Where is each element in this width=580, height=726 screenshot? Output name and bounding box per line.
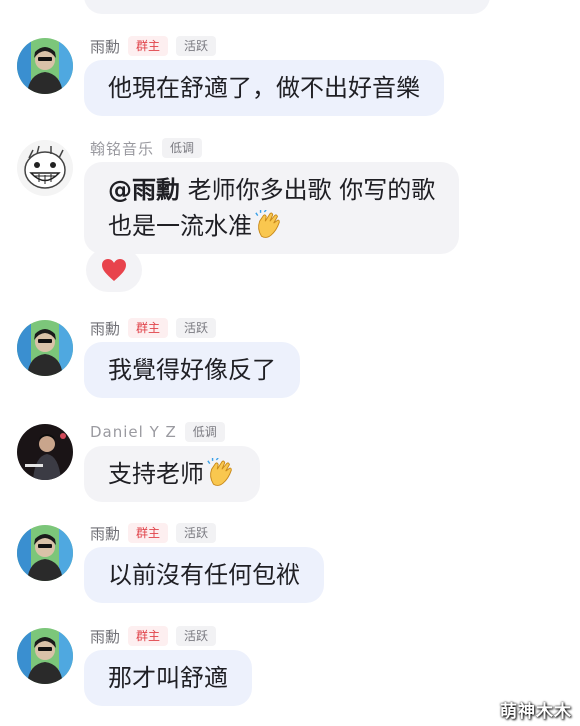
singer-avatar-icon (17, 38, 73, 94)
message-text: 以前沒有任何包袱 (108, 561, 300, 589)
owner-tag: 群主 (128, 318, 169, 338)
clapping-hands-icon (255, 210, 280, 238)
avatar[interactable] (17, 628, 73, 684)
activity-tag: 低调 (162, 138, 203, 158)
sender-meta: 雨勳 群主 活跃 (90, 316, 217, 340)
sender-name[interactable]: Daniel Y Z (90, 423, 177, 441)
message-bubble[interactable]: 他現在舒適了，做不出好音樂 (84, 60, 444, 116)
avatar[interactable] (17, 38, 73, 94)
performer-avatar-icon (17, 424, 73, 480)
sender-meta: 雨勳 群主 活跃 (90, 34, 217, 58)
activity-tag: 活跃 (176, 36, 217, 56)
singer-avatar-icon (17, 320, 73, 376)
sender-name[interactable]: 雨勳 (90, 318, 120, 339)
message-bubble[interactable]: 那才叫舒適 (84, 650, 252, 706)
activity-tag: 活跃 (176, 523, 217, 543)
singer-avatar-icon (17, 628, 73, 684)
message-text: 也是一流水准 (108, 212, 252, 240)
avatar[interactable] (17, 525, 73, 581)
activity-tag: 活跃 (176, 318, 217, 338)
message-line: 也是一流水准 (108, 208, 435, 244)
avatar[interactable] (17, 320, 73, 376)
chat-window: 雨勳 群主 活跃 他現在舒適了，做不出好音樂 翰铭音乐 低调 @雨勳 老师你多出… (0, 0, 580, 726)
owner-tag: 群主 (128, 626, 169, 646)
sender-name[interactable]: 雨勳 (90, 626, 120, 647)
message-line: @雨勳 老师你多出歌 你写的歌 (108, 172, 435, 208)
mention-link[interactable]: @雨勳 (108, 176, 180, 204)
message-text: 那才叫舒適 (108, 664, 228, 692)
avatar[interactable] (17, 140, 73, 196)
owner-tag: 群主 (128, 523, 169, 543)
heart-icon (102, 259, 126, 281)
message-text: 支持老师 (108, 460, 204, 488)
sender-name[interactable]: 翰铭音乐 (90, 138, 154, 159)
watermark: 萌神木木 (500, 702, 572, 722)
singer-avatar-icon (17, 525, 73, 581)
clapping-hands-icon (207, 458, 232, 486)
message-bubble[interactable]: @雨勳 老师你多出歌 你写的歌 也是一流水准 (84, 162, 460, 254)
sender-meta: 翰铭音乐 低调 (90, 136, 203, 160)
activity-tag: 活跃 (176, 626, 217, 646)
smiley-sketch-avatar-icon (17, 140, 73, 196)
previous-message-bubble[interactable] (84, 0, 490, 14)
message-text: 我覺得好像反了 (108, 356, 276, 384)
message-text: 他現在舒適了，做不出好音樂 (108, 74, 420, 102)
message-bubble[interactable]: 以前沒有任何包袱 (84, 547, 324, 603)
reaction-badge[interactable] (86, 248, 142, 292)
message-text: 老师你多出歌 你写的歌 (187, 176, 436, 204)
activity-tag: 低调 (184, 422, 225, 442)
avatar[interactable] (17, 424, 73, 480)
sender-meta: 雨勳 群主 活跃 (90, 624, 217, 648)
message-bubble[interactable]: 支持老师 (84, 446, 260, 502)
sender-name[interactable]: 雨勳 (90, 36, 120, 57)
sender-meta: Daniel Y Z 低调 (90, 420, 225, 444)
owner-tag: 群主 (128, 36, 169, 56)
sender-meta: 雨勳 群主 活跃 (90, 521, 217, 545)
sender-name[interactable]: 雨勳 (90, 523, 120, 544)
message-bubble[interactable]: 我覺得好像反了 (84, 342, 300, 398)
